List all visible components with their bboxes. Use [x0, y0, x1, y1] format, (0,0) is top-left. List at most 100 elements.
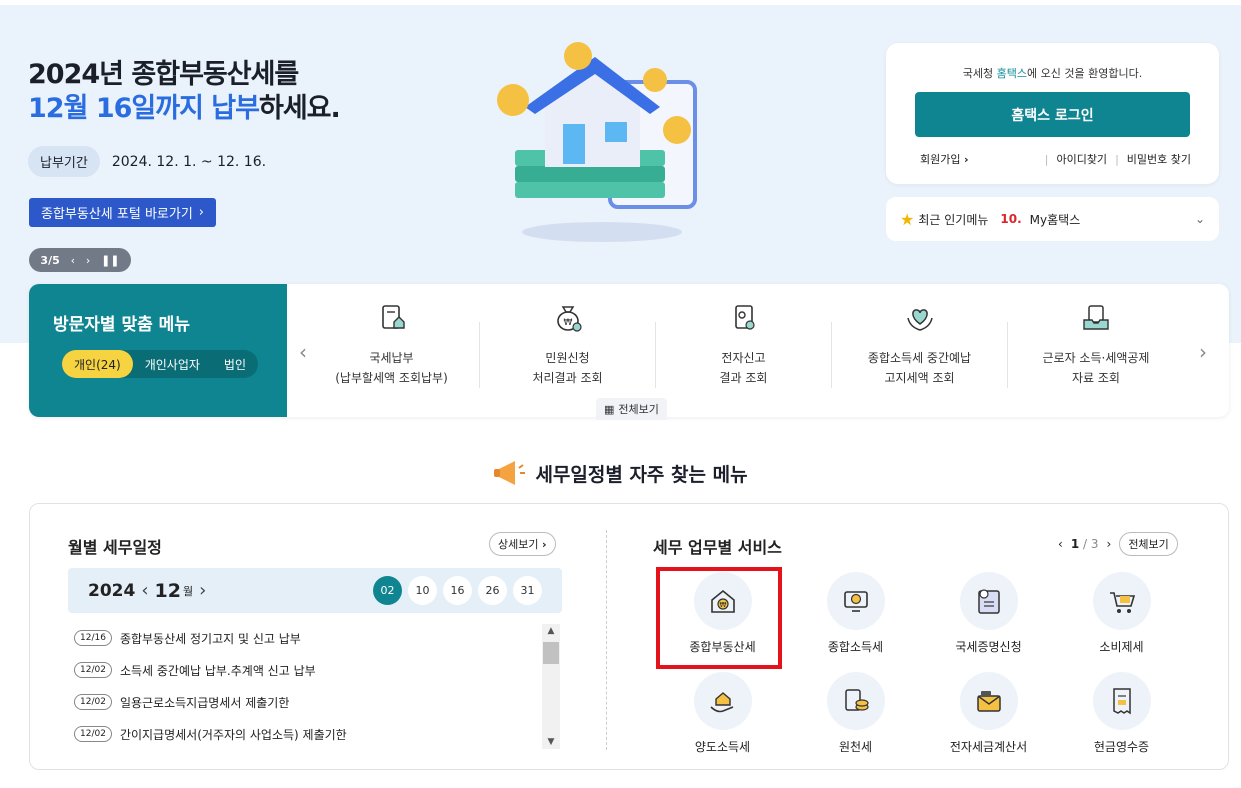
date-chip: 12/02 [74, 694, 112, 710]
divider [606, 530, 607, 750]
schedule-text: 소득세 중간예납 납부.추계액 신고 납부 [119, 663, 316, 678]
day-button[interactable]: 10 [408, 576, 437, 605]
service-label: 양도소득세 [694, 740, 751, 754]
scroll-up-icon[interactable]: ▲ [542, 626, 560, 636]
welcome-brand: 홈택스 [996, 67, 1028, 80]
schedule-text: 일용근로소득지급명세서 제출기한 [119, 695, 290, 710]
svg-text:₩: ₩ [563, 318, 572, 328]
service-cash-receipt[interactable]: 현금영수증 [1055, 672, 1188, 760]
monthly-schedule-title: 월별 세무일정 [68, 538, 162, 557]
service-label: 국세증명신청 [955, 640, 1022, 654]
service-capital-gains-tax[interactable]: 양도소득세 [656, 672, 789, 760]
visitor-menu-header: 방문자별 맞춤 메뉴 개인(24) 개인사업자 법인 [29, 284, 287, 417]
visitor-item-line1: 근로자 소득·세액공제 [1042, 351, 1150, 365]
list-item[interactable]: 12/02 소득세 중간예납 납부.추계액 신고 납부 [68, 654, 538, 686]
scroll-down-icon[interactable]: ▼ [542, 737, 560, 747]
certificate-icon [977, 589, 1000, 614]
signup-link[interactable]: 회원가입 › [920, 151, 969, 167]
scroll-thumb[interactable] [543, 642, 559, 664]
schedule-panel: 월별 세무일정 상세보기 › 2024 ‹ 12 월 › 02 10 16 26… [29, 503, 1229, 770]
receipt-icon [1112, 688, 1131, 715]
visitor-item-e-filing[interactable]: 전자신고결과 조회 [656, 305, 832, 388]
login-links: 회원가입 › | 아이디찾기 | 비밀번호 찾기 [920, 151, 1191, 167]
day-button[interactable]: 16 [443, 576, 472, 605]
visitor-item-tax-payment[interactable]: 국세납부 (납부할세액 조회납부) [304, 305, 480, 388]
signup-label: 회원가입 [920, 153, 961, 166]
next-slide-icon[interactable]: › [86, 254, 90, 267]
prev-slide-icon[interactable]: ‹ [71, 254, 75, 267]
pause-icon[interactable]: ❚❚ [101, 254, 119, 267]
day-button[interactable]: 26 [478, 576, 507, 605]
find-id-link[interactable]: 아이디찾기 [1056, 151, 1107, 167]
service-tax-certificate[interactable]: 국세증명신청 [922, 572, 1055, 660]
hero-title-line1: 2024년 종합부동산세를 [28, 59, 299, 90]
section-title-text: 세무일정별 자주 찾는 메뉴 [535, 463, 748, 486]
next-page-icon[interactable]: › [1107, 537, 1112, 551]
star-icon: ★ [900, 209, 915, 229]
services-title: 세무 업무별 서비스 [653, 538, 782, 557]
visitor-tabs: 개인(24) 개인사업자 법인 [62, 350, 259, 378]
view-all-label: 전체보기 [618, 403, 659, 416]
service-comprehensive-income-tax[interactable]: 종합소득세 [789, 572, 922, 660]
visitor-item-civil-petition[interactable]: ₩ 민원신청처리결과 조회 [480, 306, 656, 388]
page-total: / 3 [1083, 537, 1099, 551]
list-item[interactable]: 12/02 일용근로소득지급명세서 제출기한 [68, 686, 538, 718]
schedule-text: 간이지급명세서(거주자의 사업소득) 제출기한 [119, 727, 347, 742]
visitor-item-interim-prepayment[interactable]: 종합소득세 중간예납 고지세액 조회 [832, 309, 1008, 388]
date-chip: 12/02 [74, 726, 112, 742]
section-title: 세무일정별 자주 찾는 메뉴 [0, 458, 1241, 488]
day-selector: 02 10 16 26 31 [373, 576, 542, 605]
service-label: 원천세 [838, 740, 873, 754]
hero-title-highlight: 12월 16일까지 납부 [28, 93, 260, 124]
view-all-tab[interactable]: ▦ 전체보기 [596, 398, 667, 420]
login-button[interactable]: 홈택스 로그인 [915, 92, 1190, 137]
service-e-tax-invoice[interactable]: 전자세금계산서 [922, 672, 1055, 760]
popular-menu-bar[interactable]: ★ 최근 인기메뉴 10. My홈택스 ⌄ [886, 197, 1219, 241]
visitor-item-line1: 전자신고 [721, 351, 766, 365]
visitor-menu-items: 국세납부 (납부할세액 조회납부) ₩ 민원신청처리결과 조회 전자신고결과 조회… [304, 304, 1184, 388]
visitor-item-line1: 민원신청 [545, 351, 590, 365]
tab-corporation[interactable]: 법인 [212, 350, 258, 378]
money-bag-icon: ₩ [556, 306, 582, 332]
visitor-item-worker-deduction[interactable]: 근로자 소득·세액공제 자료 조회 [1008, 305, 1184, 388]
house-coins-illustration [497, 42, 697, 242]
schedule-scrollbar[interactable]: ▲ ▼ [542, 624, 560, 749]
heart-hands-icon [906, 309, 933, 331]
chevron-right-icon[interactable]: › [1199, 340, 1207, 364]
visitor-item-line2: (납부할세액 조회납부) [335, 371, 448, 385]
tab-sole-proprietor[interactable]: 개인사업자 [133, 350, 212, 378]
services-view-all-button[interactable]: 전체보기 [1119, 532, 1178, 556]
popular-rank: 10. [1000, 212, 1022, 226]
period-value: 2024. 12. 1. ~ 12. 16. [111, 153, 267, 170]
hero-title-rest: 하세요. [259, 93, 341, 124]
find-password-link[interactable]: 비밀번호 찾기 [1127, 151, 1191, 167]
tab-individual[interactable]: 개인(24) [62, 350, 133, 378]
prev-month-icon[interactable]: ‹ [141, 580, 148, 601]
month-navigator: 2024 ‹ 12 월 › 02 10 16 26 31 [68, 568, 562, 613]
hero-title: 2024년 종합부동산세를 12월 16일까지 납부하세요. [28, 58, 341, 126]
prev-page-icon[interactable]: ‹ [1058, 537, 1063, 551]
detail-button-label: 상세보기 [498, 538, 539, 551]
popular-item[interactable]: My홈택스 [1030, 211, 1081, 228]
chevron-down-icon[interactable]: ⌄ [1195, 212, 1205, 226]
schedule-text: 종합부동산세 정기고지 및 신고 납부 [119, 631, 301, 646]
service-consumption-tax[interactable]: 소비제세 [1055, 572, 1188, 660]
visitor-item-line2: 처리결과 조회 [532, 371, 603, 385]
slide-counter: 3/5 [40, 253, 60, 267]
day-button[interactable]: 02 [373, 576, 402, 605]
schedule-list: 12/16 종합부동산세 정기고지 및 신고 납부 12/02 소득세 중간예납 납… [68, 622, 538, 750]
next-month-icon[interactable]: › [199, 580, 206, 601]
house-hand-icon [709, 692, 733, 713]
portal-button[interactable]: 종합부동산세 포털 바로가기 › [29, 198, 216, 227]
day-button[interactable]: 31 [513, 576, 542, 605]
date-chip: 12/16 [74, 630, 112, 646]
list-item[interactable]: 12/16 종합부동산세 정기고지 및 신고 납부 [68, 622, 538, 654]
date-chip: 12/02 [74, 662, 112, 678]
services-pager: ‹ 1 / 3 › 전체보기 [1058, 532, 1178, 556]
service-withholding-tax[interactable]: 원천세 [789, 672, 922, 760]
tax-envelope-icon [976, 691, 1001, 712]
list-item[interactable]: 12/02 간이지급명세서(거주자의 사업소득) 제출기한 [68, 718, 538, 750]
detail-button[interactable]: 상세보기 › [489, 532, 556, 556]
chevron-right-icon: › [541, 538, 547, 551]
visitor-item-line2: 결과 조회 [719, 371, 768, 385]
